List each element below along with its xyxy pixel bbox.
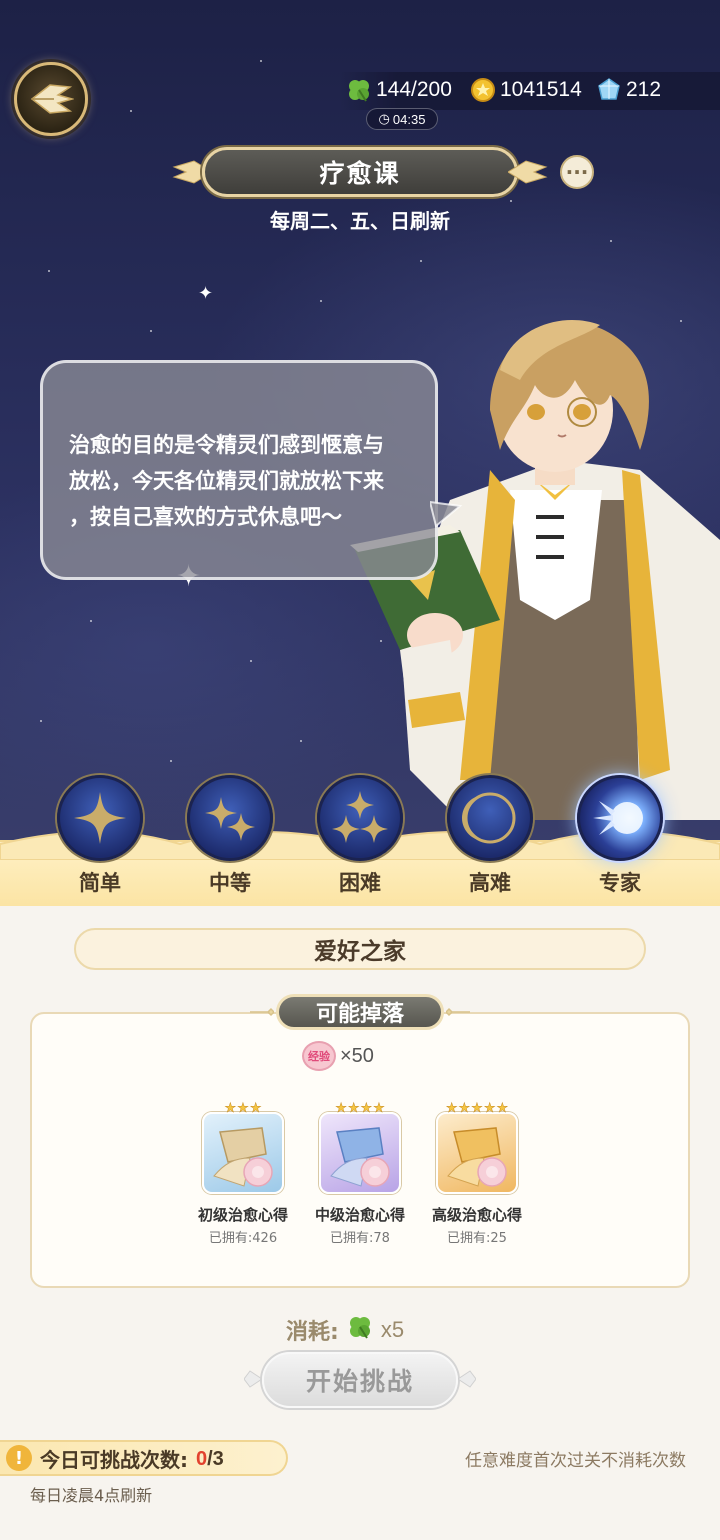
drop-item-intermediate[interactable]: ★ ★ ★ ★ 中级治愈心得 已拥有:78 <box>295 1101 425 1246</box>
cost-label: 消耗: <box>286 1320 339 1345</box>
coin-counter[interactable]: 1041514 <box>468 74 582 106</box>
star-dot <box>130 110 132 112</box>
difficulty-label: 高难 <box>469 871 511 895</box>
crystal-counter[interactable]: 212 <box>594 74 661 106</box>
difficulty-easy-orb <box>57 775 143 861</box>
weekly-refresh-note: 每周二、五、日刷新 <box>270 209 450 233</box>
exp-amount: ×50 <box>340 1044 374 1067</box>
right-wing-ornament <box>508 160 548 184</box>
dialog-line: 治愈的目的是令精灵们感到惬意与 <box>69 433 384 457</box>
difficulty-expert-orb <box>577 775 663 861</box>
attempts-total: /3 <box>207 1447 224 1470</box>
rarity-stars: ★ ★ ★ ★ <box>335 1101 385 1116</box>
four-point-star-icon <box>74 792 126 844</box>
crystal-icon <box>594 75 624 105</box>
difficulty-very-hard-orb <box>447 775 533 861</box>
attempts-label: 今日可挑战次数: <box>40 1447 188 1472</box>
stamina-timer: ◷ 04:35 <box>366 108 438 130</box>
daily-attempts-badge: ! 今日可挑战次数: 0/3 <box>0 1440 288 1476</box>
star-dot <box>610 240 612 242</box>
start-challenge-button[interactable]: 开始挑战 <box>262 1352 458 1408</box>
star-dot <box>260 60 262 62</box>
dialog-line: ，按自己喜欢的方式休息吧～ <box>69 505 342 529</box>
two-stars-icon <box>205 797 255 841</box>
stamina-counter[interactable]: 144/200 <box>344 74 452 106</box>
left-wing-ornament <box>244 1370 262 1388</box>
timer-value: 04:35 <box>392 111 426 127</box>
star-dot <box>90 620 92 622</box>
difficulty-label: 困难 <box>339 871 381 895</box>
attempts-current: 0 <box>196 1447 208 1470</box>
star-dot <box>40 720 42 722</box>
diamond-ornament-icon <box>446 1007 470 1017</box>
three-stars-icon <box>332 791 388 843</box>
star-dot <box>48 270 50 272</box>
stamina-value: 144/200 <box>376 78 452 101</box>
scroll-item-icon <box>319 1112 401 1194</box>
star-dot <box>420 260 422 262</box>
difficulty-easy[interactable]: 简单 <box>55 775 145 897</box>
clover-icon <box>344 75 374 105</box>
right-wing-ornament <box>458 1370 476 1388</box>
item-owned: 已拥有:78 <box>330 1231 390 1246</box>
speech-bubble: 治愈的目的是令精灵们感到惬意与 放松，今天各位精灵们就放松下来 ，按自己喜欢的方… <box>40 360 438 580</box>
drop-item-basic[interactable]: ★ ★ ★ 初级治愈心得 已拥有:426 <box>178 1101 308 1246</box>
star-dot <box>300 740 302 742</box>
clover-icon <box>347 1314 373 1346</box>
scroll-item-icon <box>202 1112 284 1194</box>
item-owned: 已拥有:25 <box>447 1231 507 1246</box>
star-dot <box>170 760 172 762</box>
star-dot <box>320 300 322 302</box>
item-owned: 已拥有:426 <box>208 1231 278 1246</box>
daily-refresh-note: 每日凌晨4点刷新 <box>30 1486 153 1505</box>
dialog-line: 放松，今天各位精灵们就放松下来 <box>69 469 384 493</box>
difficulty-medium[interactable]: 中等 <box>185 775 275 897</box>
more-dots-icon: ··· <box>565 160 589 184</box>
more-options-button[interactable]: ··· <box>560 155 594 189</box>
drops-title: 可能掉落 <box>276 994 444 1030</box>
difficulty-hard-orb <box>317 775 403 861</box>
item-name: 初级治愈心得 <box>197 1206 288 1224</box>
crystal-value: 212 <box>626 78 662 101</box>
first-clear-note: 任意难度首次过关不消耗次数 <box>465 1451 686 1471</box>
exclamation-icon: ! <box>6 1445 32 1471</box>
radiant-orb-icon <box>593 801 643 835</box>
star-dot <box>250 660 252 662</box>
page-title: 疗愈课 <box>202 147 518 197</box>
stage-name: 爱好之家 <box>74 928 646 970</box>
rarity-stars: ★ ★ ★ ★ ★ <box>445 1101 509 1116</box>
scroll-item-icon <box>436 1112 518 1194</box>
difficulty-medium-orb <box>187 775 273 861</box>
difficulty-label: 专家 <box>599 871 641 895</box>
drop-item-advanced[interactable]: ★ ★ ★ ★ ★ 高级治愈心得 已拥有:25 <box>412 1101 542 1246</box>
clock-icon: ◷ <box>378 111 390 126</box>
star-dot <box>510 200 512 202</box>
difficulty-very-hard[interactable]: 高难 <box>445 775 535 897</box>
star-dot <box>150 330 152 332</box>
exp-flower-icon: 经验 <box>302 1041 336 1071</box>
speech-bubble-tail <box>430 500 463 528</box>
exp-reward: 经验 ×50 <box>302 1040 374 1072</box>
crescent-moon-icon <box>462 792 516 844</box>
difficulty-label: 简单 <box>79 871 121 895</box>
sparkle-icon: ✦ <box>198 283 214 304</box>
back-button[interactable] <box>14 62 88 136</box>
diamond-ornament-icon <box>250 1007 274 1017</box>
difficulty-expert[interactable]: 专家 <box>575 775 665 897</box>
stamina-cost: 消耗: x5 <box>286 1314 404 1346</box>
coin-icon <box>468 75 498 105</box>
rarity-stars: ★ ★ ★ <box>224 1101 262 1116</box>
difficulty-hard[interactable]: 困难 <box>315 775 405 897</box>
item-name: 高级治愈心得 <box>431 1206 522 1224</box>
item-name: 中级治愈心得 <box>314 1206 405 1224</box>
coin-value: 1041514 <box>500 78 582 101</box>
wing-back-icon <box>30 84 74 114</box>
difficulty-label: 中等 <box>209 871 251 895</box>
title-banner: 疗愈课 <box>172 145 548 199</box>
cost-value: x5 <box>380 1317 405 1342</box>
